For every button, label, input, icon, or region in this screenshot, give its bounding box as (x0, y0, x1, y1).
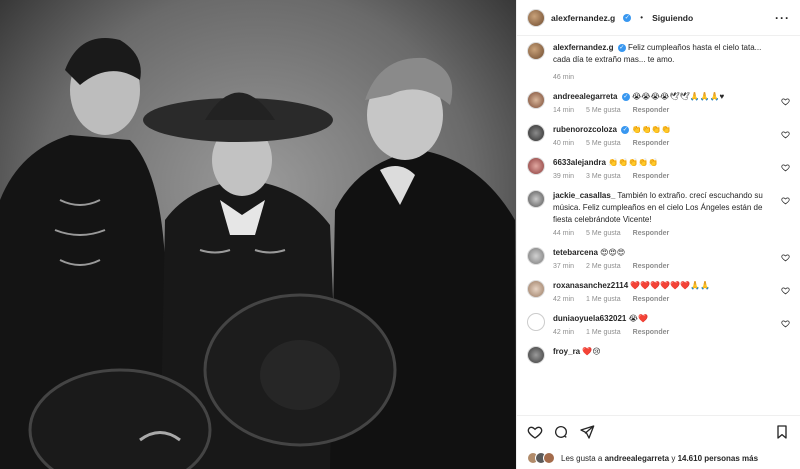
reply-button[interactable]: Responder (633, 107, 670, 114)
comment-avatar[interactable] (527, 313, 545, 331)
likes-count[interactable]: 14.610 personas más (678, 454, 759, 463)
reply-button[interactable]: Responder (633, 329, 670, 336)
reply-button[interactable]: Responder (633, 173, 670, 180)
comment-item: jackie_casallas_ También lo extraño. cre… (527, 190, 790, 237)
following-button[interactable]: Siguiendo (652, 13, 693, 23)
comment-username[interactable]: roxanasanchez2114 (553, 281, 628, 290)
like-comment-heart-icon[interactable] (781, 163, 790, 172)
comment-likes[interactable]: 5 Me gusta (586, 140, 621, 147)
comment-item: 6633alejandra 👏👏👏👏👏 39 min 3 Me gusta Resp… (527, 157, 790, 180)
like-heart-icon[interactable] (527, 424, 543, 440)
separator-dot: • (640, 13, 644, 22)
likes-middle: y (671, 453, 676, 463)
comment-text: 😭❤️ (628, 314, 648, 323)
like-comment-heart-icon[interactable] (781, 253, 790, 262)
comment-avatar[interactable] (527, 124, 545, 142)
share-paper-plane-icon[interactable] (579, 424, 595, 440)
comment-avatar[interactable] (527, 157, 545, 175)
comment-item: andreealegarreta ✓ 😭😭😭😭🕊🕊🙏🙏🙏♥ 14 min 5 Me… (527, 91, 790, 114)
verified-badge-icon: ✓ (617, 43, 626, 52)
author-username[interactable]: alexfernandez.g (551, 13, 615, 23)
caption-username[interactable]: alexfernandez.g (553, 43, 613, 52)
comment-text: 👏👏👏👏👏 (608, 158, 658, 167)
comment-text: 😍😍😍 (600, 248, 626, 257)
comment-username[interactable]: jackie_casallas_ (553, 191, 615, 200)
comment-item: froy_ra ❤️😢 (527, 346, 790, 364)
caption-avatar[interactable] (527, 42, 545, 60)
post-panel: alexfernandez.g ✓ • Siguiendo ··· alexfe… (516, 0, 800, 469)
comment-username[interactable]: duniaoyuela632021 (553, 314, 626, 323)
comment-likes[interactable]: 3 Me gusta (586, 173, 621, 180)
comment-time: 42 min (553, 329, 575, 336)
comment-time: 37 min (553, 263, 575, 270)
comment-time: 14 min (553, 107, 575, 114)
comment-text: ❤️❤️❤️❤️❤️❤️🙏🙏 (630, 281, 711, 290)
comment-username[interactable]: 6633alejandra (553, 158, 606, 167)
comment-avatar[interactable] (527, 280, 545, 298)
caption-text: alexfernandez.g ✓ Feliz cumpleaños hasta… (553, 42, 774, 66)
comment-username[interactable]: rubenorozcoloza (553, 125, 617, 134)
author-avatar[interactable] (527, 8, 545, 27)
comment-item: roxanasanchez2114 ❤️❤️❤️❤️❤️❤️🙏🙏 42 min 1… (527, 280, 790, 303)
post-photo[interactable] (0, 0, 516, 469)
comment-text: ❤️😢 (582, 347, 601, 356)
like-comment-heart-icon[interactable] (781, 130, 790, 139)
comment-item: tetebarcena 😍😍😍 37 min 2 Me gusta Responde… (527, 247, 790, 270)
comment-time: 42 min (553, 296, 575, 303)
comment-username[interactable]: tetebarcena (553, 248, 598, 257)
comment-username[interactable]: froy_ra (553, 347, 580, 356)
verified-badge-icon: ✓ (621, 125, 630, 134)
likes-prefix: Les gusta a (561, 453, 603, 463)
comment-time: 44 min (553, 230, 575, 237)
comment-avatar[interactable] (527, 91, 545, 109)
comment-likes[interactable]: 2 Me gusta (586, 263, 621, 270)
like-comment-heart-icon[interactable] (781, 319, 790, 328)
comment-username[interactable]: andreealegarreta (553, 92, 617, 101)
comment-bubble-icon[interactable] (553, 424, 569, 440)
more-options-icon[interactable]: ··· (775, 11, 790, 25)
reply-button[interactable]: Responder (633, 230, 670, 237)
reply-button[interactable]: Responder (633, 263, 670, 270)
like-comment-heart-icon[interactable] (781, 286, 790, 295)
caption-time: 46 min (553, 74, 575, 81)
liker-avatars (527, 452, 555, 464)
verified-badge-icon: ✓ (621, 92, 630, 101)
reply-button[interactable]: Responder (633, 296, 670, 303)
likes-summary[interactable]: Les gusta a andreealegarreta y 14.610 pe… (517, 447, 800, 469)
caption: alexfernandez.g ✓ Feliz cumpleaños hasta… (527, 42, 790, 81)
likes-text: Les gusta a andreealegarreta y 14.610 pe… (561, 454, 758, 463)
likes-user[interactable]: andreealegarreta (605, 454, 669, 463)
comment-item: duniaoyuela632021 😭❤️ 42 min 1 Me gusta Re… (527, 313, 790, 336)
comment-text: 😭😭😭😭🕊🕊🙏🙏🙏♥ (631, 92, 725, 101)
save-bookmark-icon[interactable] (774, 424, 790, 440)
comment-time: 39 min (553, 173, 575, 180)
comment-likes[interactable]: 5 Me gusta (586, 107, 621, 114)
post-actions-bar (517, 415, 800, 447)
comments-list[interactable]: alexfernandez.g ✓ Feliz cumpleaños hasta… (517, 36, 800, 415)
caption-meta: 46 min (553, 74, 774, 81)
comment-text: 👏👏👏👏 (631, 125, 672, 134)
comment-avatar[interactable] (527, 190, 545, 208)
photo-illustration (0, 0, 516, 469)
instagram-post-view: alexfernandez.g ✓ • Siguiendo ··· alexfe… (0, 0, 800, 469)
like-comment-heart-icon[interactable] (781, 196, 790, 205)
comment-time: 40 min (553, 140, 575, 147)
comment-likes[interactable]: 1 Me gusta (586, 329, 621, 336)
comment-likes[interactable]: 1 Me gusta (586, 296, 621, 303)
comment-item: rubenorozcoloza ✓ 👏👏👏👏 40 min 5 Me gusta R… (527, 124, 790, 147)
reply-button[interactable]: Responder (633, 140, 670, 147)
comment-likes[interactable]: 5 Me gusta (586, 230, 621, 237)
post-header: alexfernandez.g ✓ • Siguiendo ··· (517, 0, 800, 36)
comment-avatar[interactable] (527, 247, 545, 265)
verified-badge-icon: ✓ (623, 13, 632, 22)
comment-avatar[interactable] (527, 346, 545, 364)
like-comment-heart-icon[interactable] (781, 97, 790, 106)
